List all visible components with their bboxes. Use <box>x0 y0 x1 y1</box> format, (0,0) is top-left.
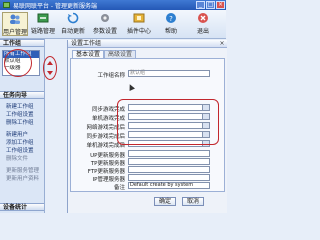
task-link[interactable]: 工作组设置 <box>6 110 34 118</box>
field-input[interactable] <box>128 166 210 173</box>
device-header: 设备统计 <box>0 203 44 211</box>
minimize-button[interactable]: _ <box>196 1 205 9</box>
window-title: 易联网联平台 - 管理更新服务端 <box>13 3 97 10</box>
toolbar-label: 退出 <box>196 28 209 35</box>
cancel-button[interactable]: 取消 <box>182 197 204 206</box>
plugin-icon <box>133 13 145 23</box>
toolbar-label: 插件中心 <box>126 28 151 35</box>
svg-text:?: ? <box>169 15 173 23</box>
task-link[interactable]: 删除工作组 <box>6 118 34 126</box>
toolbar-update[interactable]: 自动更新 <box>60 12 86 36</box>
field-label: 备注 <box>113 185 125 191</box>
task-link[interactable]: 添加工作组 <box>6 138 34 146</box>
arrow-up-icon <box>47 61 53 65</box>
toolbar-label: 参数设置 <box>92 28 117 35</box>
maximize-button[interactable]: □ <box>206 1 215 9</box>
toolbar-label: 链路管理 <box>30 28 55 35</box>
arrow-down-icon <box>47 71 53 75</box>
toolbar-label: 用户管理 <box>3 29 28 36</box>
toolbar-label: 帮助 <box>164 28 177 35</box>
workgroup-dialog: 设置工作组 × 基本设置 高级设置 工作组名称 默认组 同步游戏完成 单机游戏完… <box>67 40 227 213</box>
app-icon <box>3 2 10 8</box>
workgroup-name-field[interactable]: 默认组 <box>128 70 210 77</box>
ok-button[interactable]: 确定 <box>154 197 176 206</box>
help-icon: ? <box>166 13 176 23</box>
tab-body: 工作组名称 默认组 同步游戏完成 单机游戏完成 网络游戏完成后 同步游戏完成后 … <box>70 58 225 192</box>
dialog-title: 设置工作组 <box>68 40 227 48</box>
arrow-buttons[interactable] <box>46 60 54 76</box>
toolbar-plugins[interactable]: 插件中心 <box>124 12 154 36</box>
title-bar: 易联网联平台 - 管理更新服务端 _ □ × <box>0 0 226 10</box>
main-toolbar: 用户管理 链路管理 自动更新 参数设置 插件中心 ? 帮助 退出 <box>0 10 226 39</box>
exit-icon <box>198 13 208 23</box>
tasks-header: 任务向导 <box>0 91 44 99</box>
notes-field[interactable]: Default create by system <box>128 182 210 189</box>
toolbar-label: 自动更新 <box>60 28 85 35</box>
toolbar-users[interactable]: 用户管理 <box>2 12 28 36</box>
link-icon <box>37 13 49 23</box>
field-label: IP管理服务器 <box>92 177 125 183</box>
task-link[interactable]: 工作组设置 <box>6 146 34 154</box>
field-label: FTP更新服务器 <box>87 169 125 175</box>
task-link[interactable]: 新建用户 <box>6 130 28 138</box>
field-label: UP更新服务器 <box>90 153 125 159</box>
toolbar-links[interactable]: 链路管理 <box>30 12 56 36</box>
task-link[interactable]: 新建工作组 <box>6 102 34 110</box>
field-input[interactable] <box>128 158 210 165</box>
dialog-close-button[interactable]: × <box>219 41 225 47</box>
users-icon <box>10 14 20 24</box>
close-button[interactable]: × <box>216 1 225 9</box>
toolbar-exit[interactable]: 退出 <box>192 12 214 36</box>
task-link[interactable]: 更新服务管理 <box>6 166 39 174</box>
task-link[interactable]: 更新用户资料 <box>6 174 39 182</box>
toolbar-settings[interactable]: 参数设置 <box>92 12 118 36</box>
highlight-frame <box>117 99 219 145</box>
field-input[interactable] <box>128 150 210 157</box>
refresh-icon <box>67 12 79 24</box>
field-label: 工作组名称 <box>97 73 125 79</box>
highlight-circle <box>4 49 32 77</box>
field-label: TP更新服务器 <box>90 161 125 167</box>
task-link[interactable]: 删除文件 <box>6 154 28 162</box>
field-input[interactable] <box>128 174 210 181</box>
toolbar-help[interactable]: ? 帮助 <box>160 12 182 36</box>
groups-header: 工作组 <box>0 39 44 47</box>
gear-icon <box>101 14 109 22</box>
